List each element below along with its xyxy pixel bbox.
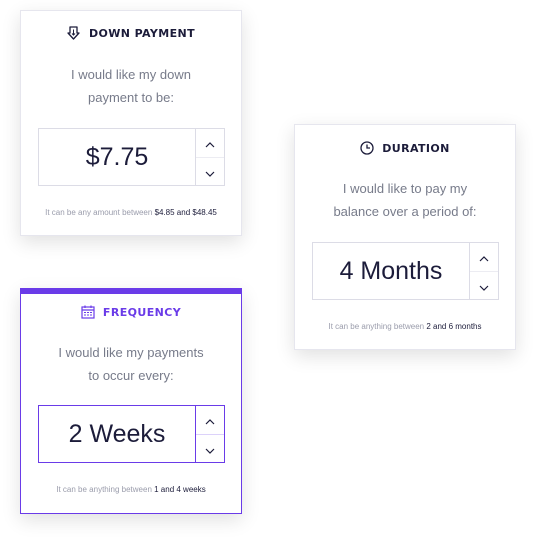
- duration-value[interactable]: 4 Months: [313, 243, 469, 299]
- frequency-header: FREQUENCY: [21, 305, 241, 319]
- duration-desc-line2: balance over a period of:: [333, 204, 477, 219]
- down-payment-value[interactable]: $7.75: [39, 129, 195, 185]
- down-payment-hint-range: $4.85 and $48.45: [154, 208, 217, 217]
- frequency-increment-button[interactable]: [196, 406, 224, 434]
- frequency-stepper-field[interactable]: 2 Weeks: [38, 405, 225, 463]
- frequency-hint-prefix: It can be anything between: [56, 485, 152, 494]
- duration-hint: It can be anything between 2 and 6 month…: [295, 322, 515, 331]
- down-payment-stepper: [195, 129, 224, 185]
- chevron-down-icon: [479, 276, 489, 295]
- duration-hint-range: 2 and 6 months: [426, 322, 482, 331]
- chevron-up-icon: [205, 410, 215, 429]
- down-payment-hint: It can be any amount between $4.85 and $…: [21, 208, 241, 217]
- duration-header: DURATION: [295, 141, 515, 155]
- down-payment-desc-line1: I would like my down: [71, 67, 191, 82]
- frequency-value[interactable]: 2 Weeks: [39, 406, 195, 462]
- frequency-title: FREQUENCY: [102, 305, 182, 319]
- duration-decrement-button[interactable]: [470, 270, 498, 300]
- frequency-description: I would like my payments to occur every:: [21, 341, 241, 387]
- down-payment-header: DOWN PAYMENT: [21, 26, 241, 40]
- duration-stepper: [469, 243, 498, 299]
- down-payment-description: I would like my down payment to be:: [21, 63, 241, 109]
- frequency-decrement-button[interactable]: [196, 433, 224, 463]
- frequency-hint: It can be anything between 1 and 4 weeks: [21, 485, 241, 494]
- frequency-hint-range: 1 and 4 weeks: [154, 485, 206, 494]
- down-payment-hint-prefix: It can be any amount between: [45, 208, 153, 217]
- down-payment-desc-line2: payment to be:: [88, 90, 174, 105]
- down-payment-decrement-button[interactable]: [196, 156, 224, 186]
- duration-title: DURATION: [382, 141, 450, 155]
- frequency-card: FREQUENCY I would like my payments to oc…: [20, 288, 242, 514]
- down-payment-card: DOWN PAYMENT I would like my down paymen…: [20, 10, 242, 236]
- download-icon: [67, 26, 81, 40]
- down-payment-stepper-field[interactable]: $7.75: [38, 128, 225, 186]
- frequency-desc-line1: I would like my payments: [58, 345, 204, 360]
- calendar-icon: [81, 305, 95, 319]
- duration-increment-button[interactable]: [470, 243, 498, 271]
- frequency-desc-line2: to occur every:: [88, 368, 174, 383]
- duration-stepper-field[interactable]: 4 Months: [312, 242, 499, 300]
- duration-desc-line1: I would like to pay my: [342, 181, 468, 196]
- clock-icon: [360, 141, 374, 155]
- chevron-up-icon: [479, 247, 489, 266]
- duration-hint-prefix: It can be anything between: [328, 322, 425, 331]
- chevron-down-icon: [205, 162, 215, 181]
- frequency-stepper: [195, 406, 224, 462]
- down-payment-increment-button[interactable]: [196, 129, 224, 157]
- chevron-up-icon: [205, 133, 215, 152]
- duration-card: DURATION I would like to pay my balance …: [294, 124, 516, 350]
- down-payment-title: DOWN PAYMENT: [88, 26, 196, 40]
- duration-description: I would like to pay my balance over a pe…: [295, 177, 515, 223]
- chevron-down-icon: [205, 439, 215, 458]
